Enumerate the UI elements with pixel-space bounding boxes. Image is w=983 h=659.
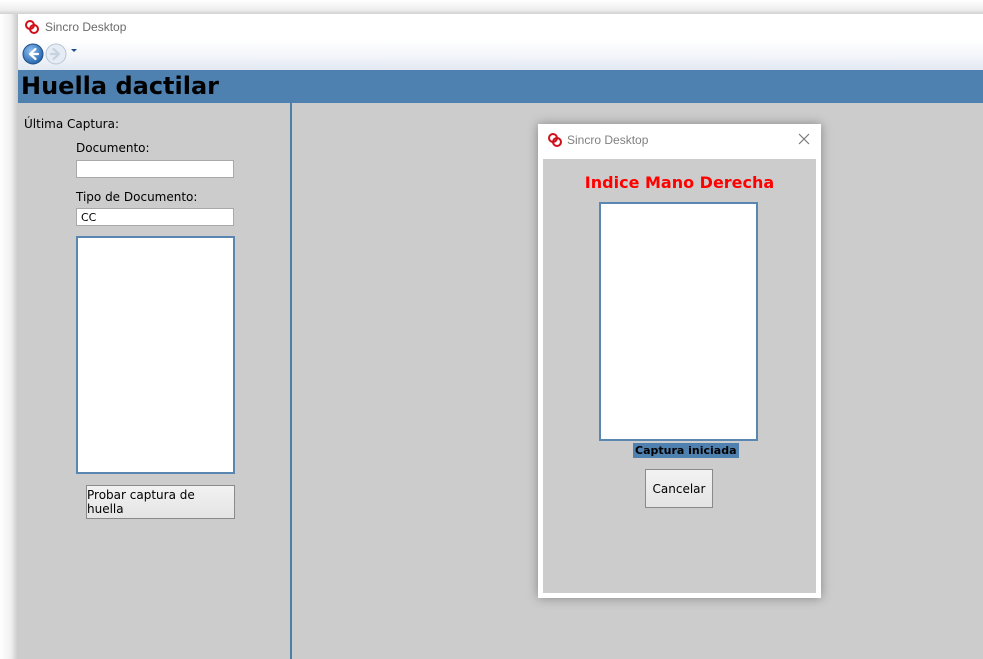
chevron-down-icon[interactable] [70, 48, 78, 54]
window-shadow-top [0, 0, 983, 14]
arrow-left-icon[interactable] [22, 43, 44, 65]
dialog-title: Sincro Desktop [567, 133, 649, 147]
close-icon[interactable] [798, 133, 810, 145]
capture-dialog: Sincro Desktop Indice Mano Derecha Captu… [538, 124, 821, 598]
status-text: Captura iniciada [633, 443, 739, 458]
app-logo-icon [548, 133, 562, 147]
dialog-body: Indice Mano Derecha Captura iniciada Can… [543, 159, 816, 593]
test-capture-button[interactable]: Probar captura de huella [86, 485, 235, 519]
document-field[interactable] [76, 160, 234, 178]
arrow-right-icon[interactable] [45, 43, 67, 65]
navigation-bar [18, 40, 983, 70]
doc-type-label: Tipo de Documento: [76, 190, 198, 204]
fingerprint-capture-area [599, 202, 758, 441]
window-titlebar[interactable]: Sincro Desktop [18, 14, 983, 40]
window-shadow-left [0, 0, 18, 659]
fingerprint-preview [76, 236, 235, 474]
main-window: Sincro Desktop Huella dactilar Última Ca… [18, 14, 983, 659]
document-label: Documento: [76, 141, 150, 155]
doc-type-field[interactable]: CC [76, 208, 234, 226]
left-panel: Última Captura: Documento: Tipo de Docum… [18, 103, 292, 659]
page-header: Huella dactilar [18, 70, 983, 103]
dialog-titlebar[interactable]: Sincro Desktop [538, 124, 821, 156]
last-capture-label: Última Captura: [24, 117, 120, 131]
cancel-button[interactable]: Cancelar [645, 469, 713, 508]
page-title: Huella dactilar [21, 72, 220, 100]
finger-label: Indice Mano Derecha [584, 173, 775, 192]
app-logo-icon [25, 20, 39, 34]
window-title: Sincro Desktop [45, 20, 127, 34]
